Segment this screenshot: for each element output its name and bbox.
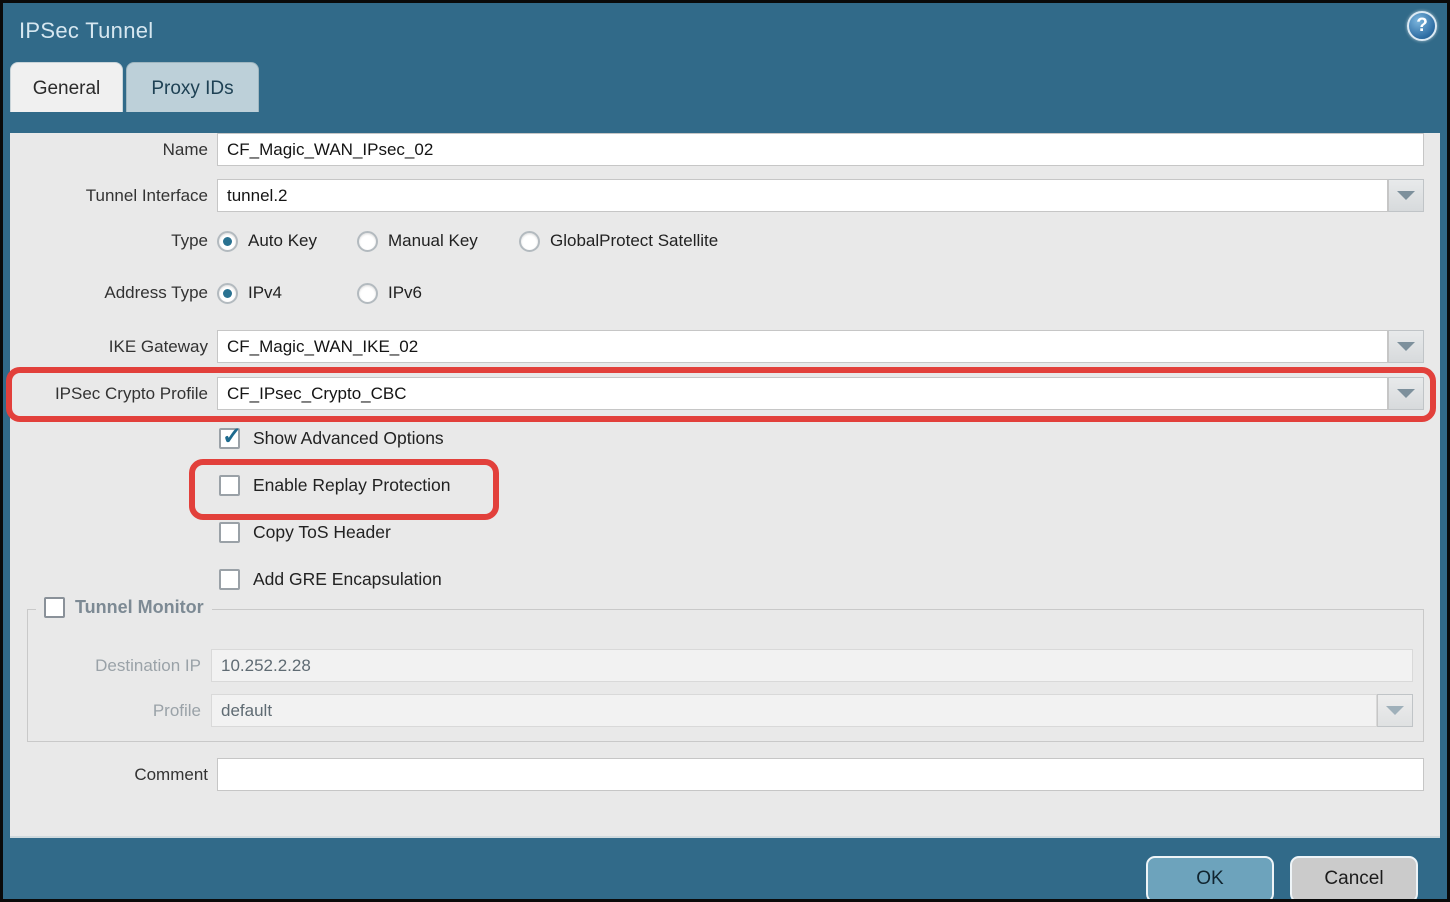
checkbox-checked-icon[interactable]: ✓ — [219, 428, 240, 449]
ike-gateway-input[interactable]: CF_Magic_WAN_IKE_02 — [217, 330, 1388, 363]
destination-ip-input: 10.252.2.28 — [211, 649, 1413, 682]
tunnel-monitor-legend: Tunnel Monitor — [36, 597, 212, 618]
ike-gateway-row: IKE Gateway CF_Magic_WAN_IKE_02 — [10, 330, 1440, 363]
general-tab-panel: Name CF_Magic_WAN_IPsec_02 Tunnel Interf… — [10, 133, 1440, 838]
radio-icon — [357, 283, 378, 304]
comment-label: Comment — [10, 765, 208, 785]
ipsec-crypto-profile-input[interactable]: CF_IPsec_Crypto_CBC — [217, 377, 1388, 410]
cancel-button[interactable]: Cancel — [1290, 856, 1418, 902]
ipsec-tunnel-dialog: IPSec Tunnel ? General Proxy IDs Name CF… — [0, 0, 1450, 902]
tab-bar: General Proxy IDs — [10, 62, 1447, 112]
profile-input: default — [211, 694, 1377, 727]
name-label: Name — [10, 140, 208, 160]
profile-row: Profile default — [28, 694, 1413, 727]
radio-icon — [519, 231, 540, 252]
address-type-row: Address Type IPv4 IPv6 — [10, 282, 1440, 304]
profile-dropdown-button — [1377, 694, 1413, 727]
address-type-option-ipv6[interactable]: IPv6 — [357, 283, 422, 304]
checkbox-icon[interactable] — [219, 522, 240, 543]
radio-selected-icon — [217, 231, 238, 252]
ike-gateway-label: IKE Gateway — [10, 337, 208, 357]
ipsec-crypto-profile-dropdown-button[interactable] — [1388, 377, 1424, 410]
tunnel-interface-dropdown-button[interactable] — [1388, 179, 1424, 212]
checkbox-icon[interactable] — [219, 569, 240, 590]
ike-gateway-dropdown-button[interactable] — [1388, 330, 1424, 363]
type-label: Type — [10, 231, 208, 251]
comment-row: Comment — [10, 758, 1440, 791]
chevron-down-icon — [1397, 191, 1415, 200]
chevron-down-icon — [1386, 706, 1404, 715]
tunnel-monitor-group: Tunnel Monitor Destination IP 10.252.2.2… — [27, 609, 1424, 742]
dialog-title: IPSec Tunnel — [19, 18, 153, 44]
add-gre-encapsulation-checkbox-row[interactable]: Add GRE Encapsulation — [219, 568, 1440, 590]
type-option-auto-key[interactable]: Auto Key — [217, 231, 357, 252]
tunnel-interface-input[interactable]: tunnel.2 — [217, 179, 1388, 212]
radio-icon — [357, 231, 378, 252]
address-type-option-ipv4[interactable]: IPv4 — [217, 283, 357, 304]
ok-button[interactable]: OK — [1146, 856, 1274, 902]
radio-selected-icon — [217, 283, 238, 304]
name-row: Name CF_Magic_WAN_IPsec_02 — [10, 133, 1440, 166]
enable-replay-protection-checkbox-row[interactable]: Enable Replay Protection — [219, 474, 1440, 496]
tunnel-monitor-checkbox[interactable] — [44, 597, 65, 618]
chevron-down-icon — [1397, 342, 1415, 351]
destination-ip-row: Destination IP 10.252.2.28 — [28, 649, 1413, 682]
type-option-globalprotect-satellite[interactable]: GlobalProtect Satellite — [519, 231, 718, 252]
type-row: Type Auto Key Manual Key GlobalProtect S… — [10, 230, 1440, 252]
copy-tos-header-checkbox-row[interactable]: Copy ToS Header — [219, 521, 1440, 543]
comment-input[interactable] — [217, 758, 1424, 791]
help-icon-glyph: ? — [1416, 15, 1428, 37]
tunnel-interface-label: Tunnel Interface — [10, 186, 208, 206]
name-input[interactable]: CF_Magic_WAN_IPsec_02 — [217, 133, 1424, 166]
tab-proxy-ids[interactable]: Proxy IDs — [126, 62, 259, 112]
destination-ip-label: Destination IP — [28, 656, 201, 676]
ipsec-crypto-profile-row: IPSec Crypto Profile CF_IPsec_Crypto_CBC — [10, 377, 1440, 410]
address-type-label: Address Type — [10, 283, 208, 303]
help-icon[interactable]: ? — [1407, 11, 1437, 41]
profile-label: Profile — [28, 701, 201, 721]
tunnel-interface-row: Tunnel Interface tunnel.2 — [10, 179, 1440, 212]
dialog-footer: OK Cancel — [3, 838, 1447, 902]
ipsec-crypto-profile-label: IPSec Crypto Profile — [10, 384, 208, 404]
tab-general[interactable]: General — [10, 62, 123, 112]
dialog-titlebar: IPSec Tunnel ? — [3, 3, 1447, 62]
chevron-down-icon — [1397, 389, 1415, 398]
show-advanced-options-checkbox-row[interactable]: ✓ Show Advanced Options — [219, 427, 1440, 449]
type-option-manual-key[interactable]: Manual Key — [357, 231, 519, 252]
checkbox-icon[interactable] — [219, 475, 240, 496]
